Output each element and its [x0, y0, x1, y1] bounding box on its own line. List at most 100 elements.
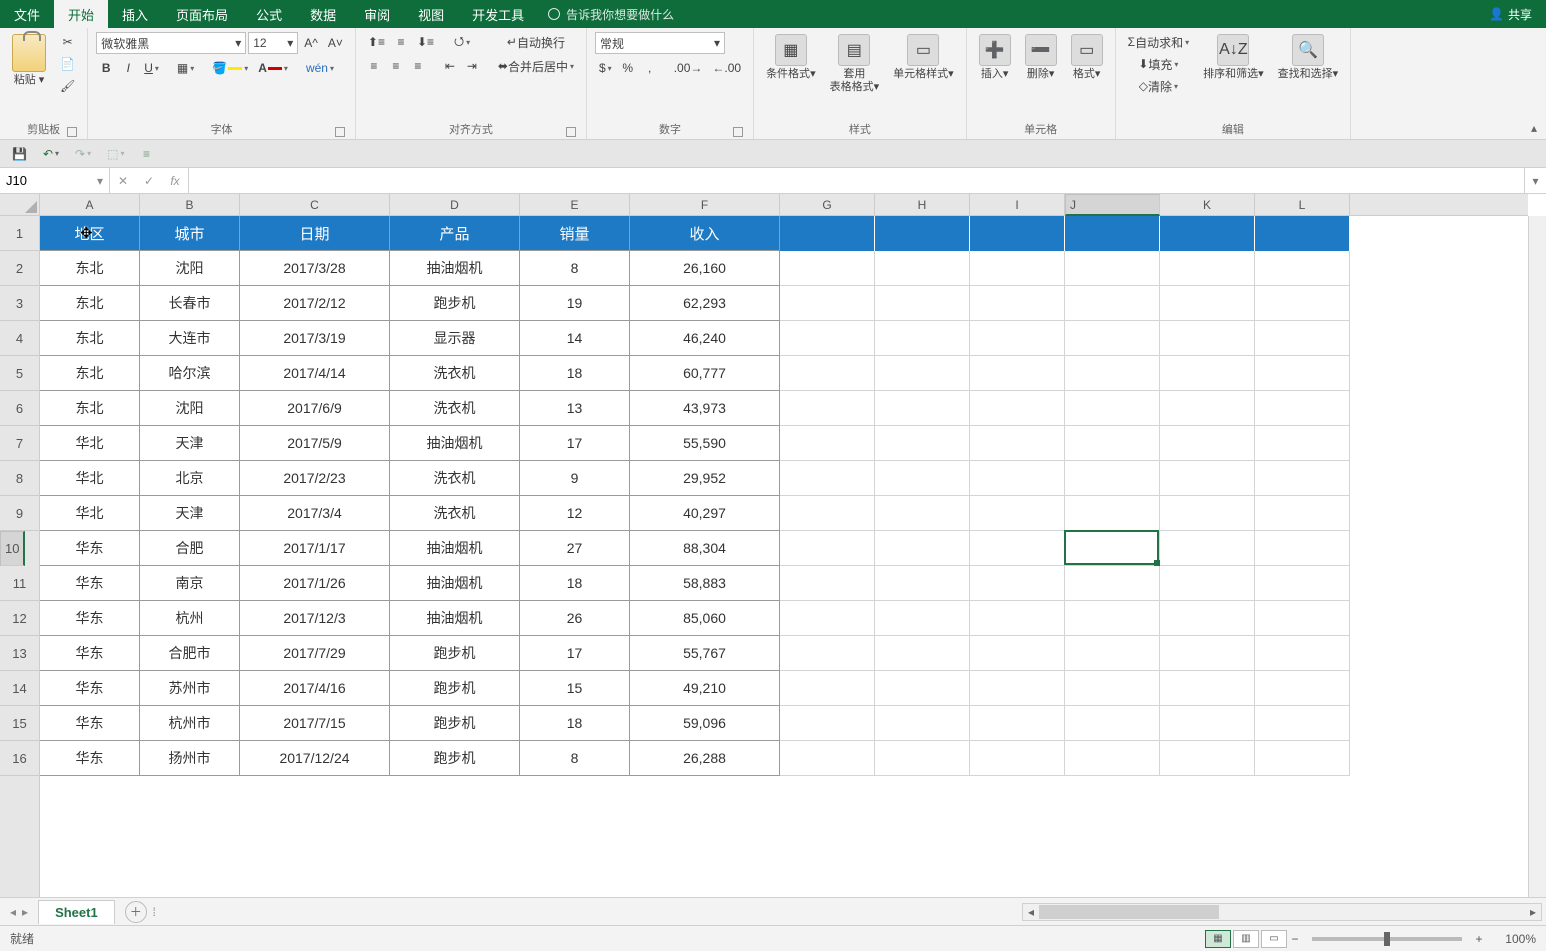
redo-button[interactable]: ↷ [71, 144, 95, 164]
cell-B8[interactable]: 北京 [140, 461, 240, 496]
indent-decrease-button[interactable]: ⇤ [440, 56, 460, 76]
percent-button[interactable]: % [618, 58, 638, 78]
cell-E5[interactable]: 18 [520, 356, 630, 391]
cell-D14[interactable]: 跑步机 [390, 671, 520, 706]
undo-button[interactable]: ↶ [39, 144, 63, 164]
merge-center-button[interactable]: ⬌ 合并后居中 [494, 56, 578, 76]
cell-A16[interactable]: 华东 [40, 741, 140, 776]
number-format-select[interactable]: 常规▾ [595, 32, 725, 54]
cell-I16[interactable] [970, 741, 1065, 776]
cell-J5[interactable] [1065, 356, 1160, 391]
cell-K14[interactable] [1160, 671, 1255, 706]
vertical-scrollbar[interactable] [1528, 216, 1546, 897]
cell-L6[interactable] [1255, 391, 1350, 426]
cell-J7[interactable] [1065, 426, 1160, 461]
cell-J11[interactable] [1065, 566, 1160, 601]
cell-C9[interactable]: 2017/3/4 [240, 496, 390, 531]
cell-F4[interactable]: 46,240 [630, 321, 780, 356]
insert-cells-button[interactable]: ➕插入▾ [975, 32, 1015, 83]
view-page-break-button[interactable]: ▭ [1261, 930, 1287, 948]
cell-B5[interactable]: 哈尔滨 [140, 356, 240, 391]
cell-G10[interactable] [780, 531, 875, 566]
cell-G7[interactable] [780, 426, 875, 461]
cell-B15[interactable]: 杭州市 [140, 706, 240, 741]
cell-H11[interactable] [875, 566, 970, 601]
cell-A4[interactable]: 东北 [40, 321, 140, 356]
align-right-button[interactable]: ≡ [408, 56, 428, 76]
cell-E14[interactable]: 15 [520, 671, 630, 706]
cell-C8[interactable]: 2017/2/23 [240, 461, 390, 496]
copy-button[interactable]: 📄 [56, 54, 79, 74]
tab-split-handle[interactable]: ⁞ [147, 905, 163, 919]
row-header-15[interactable]: 15 [0, 706, 39, 741]
cell-K5[interactable] [1160, 356, 1255, 391]
cell-L14[interactable] [1255, 671, 1350, 706]
decrease-decimal-button[interactable]: ←.00 [708, 58, 745, 78]
share-button[interactable]: 👤 共享 [1475, 0, 1546, 28]
cell-E8[interactable]: 9 [520, 461, 630, 496]
row-header-8[interactable]: 8 [0, 461, 39, 496]
menu-tab-文件[interactable]: 文件 [0, 0, 54, 28]
cell-B4[interactable]: 大连市 [140, 321, 240, 356]
menu-tab-公式[interactable]: 公式 [242, 0, 296, 28]
cell-I1[interactable] [970, 216, 1065, 251]
cell-A13[interactable]: 华东 [40, 636, 140, 671]
cell-G5[interactable] [780, 356, 875, 391]
cell-F14[interactable]: 49,210 [630, 671, 780, 706]
cell-A9[interactable]: 华北 [40, 496, 140, 531]
cell-F16[interactable]: 26,288 [630, 741, 780, 776]
cell-I4[interactable] [970, 321, 1065, 356]
cell-L15[interactable] [1255, 706, 1350, 741]
cell-A12[interactable]: 华东 [40, 601, 140, 636]
cell-H10[interactable] [875, 531, 970, 566]
cell-F9[interactable]: 40,297 [630, 496, 780, 531]
autosum-button[interactable]: Σ 自动求和 [1124, 32, 1193, 52]
dialog-launcher-icon[interactable] [67, 127, 77, 137]
bold-button[interactable]: B [96, 58, 116, 78]
accounting-format-button[interactable]: $ [595, 58, 616, 78]
cell-E13[interactable]: 17 [520, 636, 630, 671]
cell-C15[interactable]: 2017/7/15 [240, 706, 390, 741]
cell-F3[interactable]: 62,293 [630, 286, 780, 321]
cell-A6[interactable]: 东北 [40, 391, 140, 426]
format-painter-button[interactable]: 🖌 [56, 76, 79, 96]
cell-styles-button[interactable]: ▭单元格样式▾ [889, 32, 958, 83]
align-center-button[interactable]: ≡ [386, 56, 406, 76]
cell-K13[interactable] [1160, 636, 1255, 671]
grow-font-button[interactable]: A^ [300, 33, 322, 53]
cell-K16[interactable] [1160, 741, 1255, 776]
cell-C12[interactable]: 2017/12/3 [240, 601, 390, 636]
cell-I7[interactable] [970, 426, 1065, 461]
fx-icon[interactable]: fx [162, 174, 188, 188]
cell-G9[interactable] [780, 496, 875, 531]
cell-B16[interactable]: 扬州市 [140, 741, 240, 776]
tell-me[interactable]: 告诉我你想要做什么 [538, 0, 684, 28]
cell-F10[interactable]: 88,304 [630, 531, 780, 566]
menu-tab-开始[interactable]: 开始 [54, 0, 108, 28]
scroll-left-button[interactable]: ◂ [1023, 904, 1039, 920]
cell-I6[interactable] [970, 391, 1065, 426]
cell-D8[interactable]: 洗衣机 [390, 461, 520, 496]
col-header-C[interactable]: C [240, 194, 390, 215]
cell-K8[interactable] [1160, 461, 1255, 496]
cell-K11[interactable] [1160, 566, 1255, 601]
zoom-slider[interactable] [1312, 937, 1462, 941]
cell-I13[interactable] [970, 636, 1065, 671]
cell-C4[interactable]: 2017/3/19 [240, 321, 390, 356]
cell-G3[interactable] [780, 286, 875, 321]
cell-B1[interactable]: 城市 [140, 216, 240, 251]
row-header-2[interactable]: 2 [0, 251, 39, 286]
view-page-layout-button[interactable]: ▥ [1233, 930, 1259, 948]
cell-I12[interactable] [970, 601, 1065, 636]
menu-tab-开发工具[interactable]: 开发工具 [458, 0, 538, 28]
cell-J4[interactable] [1065, 321, 1160, 356]
menu-tab-数据[interactable]: 数据 [296, 0, 350, 28]
col-header-D[interactable]: D [390, 194, 520, 215]
cell-K12[interactable] [1160, 601, 1255, 636]
col-header-F[interactable]: F [630, 194, 780, 215]
sheet-tab[interactable]: Sheet1 [38, 900, 115, 924]
underline-button[interactable]: U [140, 58, 163, 78]
format-cells-button[interactable]: ▭格式▾ [1067, 32, 1107, 83]
cell-A11[interactable]: 华东 [40, 566, 140, 601]
sheet-nav-next[interactable]: ▸ [22, 905, 28, 919]
